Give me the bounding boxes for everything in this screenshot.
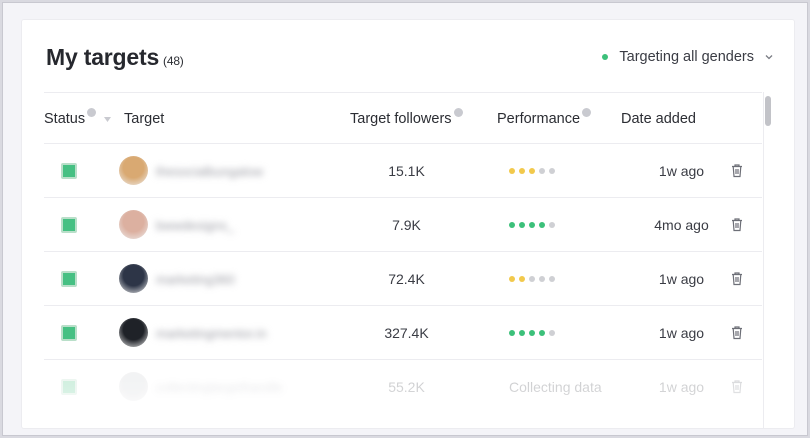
status-checkbox[interactable] — [61, 217, 77, 233]
table-row[interactable]: marketing360 72.4K 1w ago — [44, 252, 762, 306]
screenshot-frame: My targets (48) Targeting all genders Sta… — [2, 2, 808, 436]
table-row[interactable]: thesocialbungalow 15.1K 1w ago — [44, 144, 762, 198]
target-followers: 7.9K — [392, 217, 421, 233]
targets-table: Status Target Target followers Performan… — [44, 92, 772, 428]
performance-dot-filled — [519, 222, 525, 228]
performance-dot-filled — [539, 222, 545, 228]
date-added: 1w ago — [658, 379, 705, 395]
avatar — [119, 156, 148, 185]
targets-card: My targets (48) Targeting all genders Sta… — [22, 20, 794, 428]
column-date-label: Date added — [621, 111, 696, 127]
performance-dot-filled — [519, 330, 525, 336]
target-followers: 55.2K — [388, 379, 425, 395]
performance-dot-empty — [539, 168, 545, 174]
table-row[interactable]: marketingmentor.in 327.4K 1w ago — [44, 306, 762, 360]
gender-filter-label: Targeting all genders — [619, 49, 754, 65]
target-handle[interactable]: marketing360 — [156, 272, 235, 287]
target-handle[interactable]: thesocialbungalow — [156, 164, 263, 179]
status-dot — [602, 54, 609, 60]
performance-dot-empty — [539, 276, 545, 282]
performance-dot-empty — [549, 222, 555, 228]
performance-dot-empty — [549, 276, 555, 282]
performance-status: Collecting data — [509, 379, 602, 395]
status-checkbox[interactable] — [61, 325, 77, 341]
scrollbar-thumb[interactable] — [765, 96, 771, 126]
trash-icon[interactable] — [730, 163, 744, 178]
column-target[interactable]: Target — [124, 111, 164, 127]
info-icon[interactable] — [87, 107, 97, 117]
performance-dot-filled — [529, 168, 535, 174]
trash-icon[interactable] — [730, 325, 744, 340]
date-added: 4mo ago — [654, 217, 709, 233]
performance-dot-filled — [539, 330, 545, 336]
column-status-label: Status — [44, 111, 86, 127]
target-followers: 327.4K — [384, 325, 429, 341]
performance-dot-empty — [549, 330, 555, 336]
performance-rating — [509, 168, 555, 174]
column-target-label: Target — [124, 111, 165, 127]
trash-icon[interactable] — [730, 271, 744, 286]
column-followers-label: Target followers — [350, 111, 452, 127]
performance-dot-empty — [549, 168, 555, 174]
date-added: 1w ago — [658, 271, 705, 287]
performance-dot-filled — [529, 330, 535, 336]
avatar — [119, 264, 148, 293]
target-count: (48) — [163, 54, 184, 68]
page-title: My targets (48) — [46, 44, 184, 71]
date-added: 1w ago — [658, 163, 705, 179]
performance-rating — [509, 330, 555, 336]
trash-icon[interactable] — [730, 217, 744, 232]
sort-down-icon[interactable] — [104, 116, 112, 122]
gender-filter-dropdown[interactable]: Targeting all genders — [602, 49, 774, 65]
performance-dot-empty — [529, 276, 535, 282]
info-icon[interactable] — [453, 107, 463, 117]
target-followers: 72.4K — [388, 271, 425, 287]
avatar — [119, 210, 148, 239]
performance-dot-filled — [529, 222, 535, 228]
status-checkbox[interactable] — [61, 163, 77, 179]
title-text: My targets — [46, 44, 160, 70]
performance-dot-filled — [509, 330, 515, 336]
status-checkbox[interactable] — [61, 379, 77, 395]
date-added: 1w ago — [658, 325, 705, 341]
target-handle[interactable]: marketingmentor.in — [156, 326, 267, 341]
performance-dot-filled — [519, 276, 525, 282]
avatar — [119, 318, 148, 347]
status-checkbox[interactable] — [61, 271, 77, 287]
performance-rating — [509, 222, 555, 228]
column-performance-label: Performance — [497, 111, 581, 127]
column-performance[interactable]: Performance — [497, 107, 592, 127]
performance-rating — [509, 276, 555, 282]
performance-dot-filled — [509, 276, 515, 282]
column-status[interactable]: Status — [44, 107, 112, 127]
performance-dot-filled — [509, 168, 515, 174]
table-row[interactable]: collectingtargethandle 55.2K Collecting … — [44, 360, 762, 414]
column-date[interactable]: Date added — [621, 111, 696, 127]
table-scrollbar[interactable] — [763, 92, 772, 428]
table-header: Status Target Target followers Performan… — [44, 92, 762, 144]
performance-dot-filled — [519, 168, 525, 174]
target-followers: 15.1K — [388, 163, 425, 179]
trash-icon[interactable] — [730, 379, 744, 394]
avatar — [119, 372, 148, 401]
column-followers[interactable]: Target followers — [350, 107, 463, 127]
info-icon[interactable] — [582, 107, 592, 117]
chevron-down-icon — [765, 55, 773, 60]
table-row[interactable]: bwwdesigns_ 7.9K 4mo ago — [44, 198, 762, 252]
target-handle[interactable]: bwwdesigns_ — [156, 218, 234, 233]
performance-dot-filled — [509, 222, 515, 228]
target-handle[interactable]: collectingtargethandle — [156, 380, 282, 395]
